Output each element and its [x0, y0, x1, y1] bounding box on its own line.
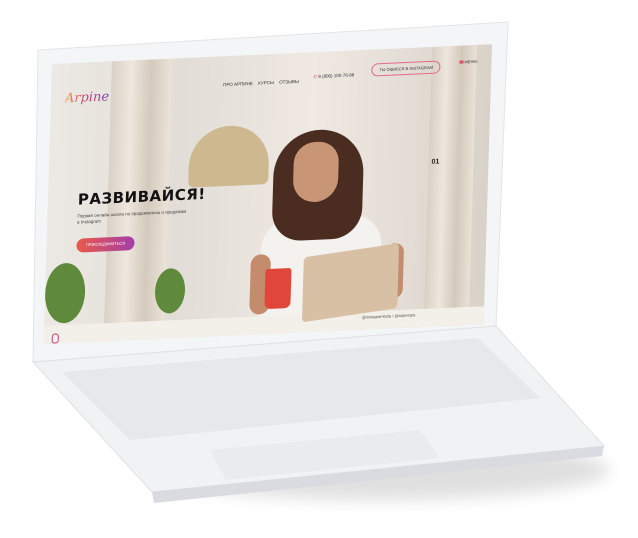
menu-button[interactable]: МЕНЮ	[459, 58, 478, 65]
menu-icon	[459, 60, 464, 64]
laptop-screen: Arpine ПРО АРПИНЕ КУРСЫ ОТЗЫВЫ ✆ 8 (800)…	[43, 44, 492, 344]
menu-label: МЕНЮ	[464, 58, 478, 65]
nav-about[interactable]: ПРО АРПИНЕ	[223, 81, 253, 87]
slide-number: 01	[431, 158, 440, 166]
join-button[interactable]: ПРИСОЕДИНИТЬСЯ	[76, 236, 135, 253]
site-logo[interactable]: Arpine	[65, 89, 110, 106]
nav-courses[interactable]: КУРСЫ	[258, 80, 274, 86]
phone-link[interactable]: ✆ 8 (800) 100-76-88	[313, 72, 354, 80]
phone-number: 8 (800) 100-76-88	[318, 72, 355, 79]
hero-title: РАЗВИВАЙСЯ!	[77, 184, 206, 209]
plant-image	[154, 267, 186, 315]
lamp-image	[188, 124, 270, 188]
drink-image	[264, 267, 292, 310]
curtain	[423, 44, 477, 327]
instagram-button[interactable]: ТЫ ОШИБСЯ В INSTAGRAM	[371, 60, 442, 77]
hero-subtitle: Первая онлайн-школа по продвижению и про…	[77, 208, 187, 225]
nav-reviews[interactable]: ОТЗЫВЫ	[279, 79, 299, 85]
plant-image	[44, 262, 86, 324]
scroll-icon[interactable]	[51, 333, 59, 344]
